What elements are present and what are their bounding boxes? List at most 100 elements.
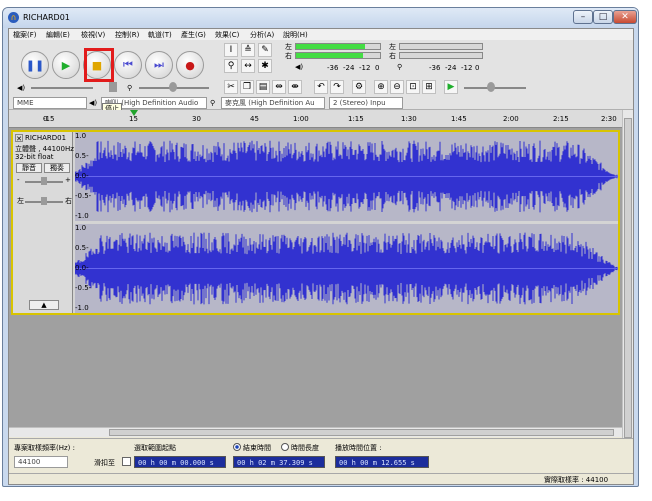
horizontal-scroll-thumb[interactable]	[109, 429, 614, 436]
maximize-button[interactable]: □	[593, 10, 613, 24]
play-speed-thumb[interactable]	[487, 82, 495, 92]
undo-icon[interactable]: ↶	[314, 80, 328, 94]
sync-lock-icon[interactable]: ⚙	[352, 80, 366, 94]
copy-icon[interactable]: ❐	[240, 80, 254, 94]
status-bar: 實際取樣率 : 44100	[9, 473, 633, 484]
zoom-tool[interactable]: ⚲	[224, 59, 238, 73]
gain-thumb[interactable]	[41, 177, 47, 185]
fit-selection-icon[interactable]: ⊡	[406, 80, 420, 94]
skip-to-start-button[interactable]: ⏮	[114, 51, 142, 79]
play-meter-left-fill	[296, 44, 365, 49]
waveform-channel-left[interactable]	[74, 132, 618, 221]
play-meter-left[interactable]	[295, 43, 381, 50]
track-close-button[interactable]: ✕	[15, 134, 23, 143]
length-radio[interactable]	[281, 443, 289, 451]
vertical-scrollbar[interactable]	[622, 110, 633, 438]
selection-start-time[interactable]: 00 h 00 m 00.000 s	[134, 456, 226, 468]
waveform-right-svg	[74, 232, 618, 305]
silence-icon[interactable]: ⇼	[288, 80, 302, 94]
app-icon: ∩	[8, 12, 19, 23]
ruler-tick-label: 2:30	[601, 115, 617, 123]
vertical-scroll-thumb[interactable]	[624, 118, 632, 438]
selection-tool[interactable]: I	[224, 43, 238, 57]
title-bar: ∩ RICHARD01 – □ ✕	[3, 8, 638, 28]
ruler-tick-label: 1:15	[348, 115, 364, 123]
menu-track[interactable]: 軌道(T)	[148, 30, 172, 40]
solo-label: 獨奏	[50, 164, 64, 172]
close-button[interactable]: ✕	[613, 10, 637, 24]
menu-effect[interactable]: 效果(C)	[215, 30, 239, 40]
play-meter-right[interactable]	[295, 52, 381, 59]
snap-label: 滑扣至	[94, 459, 115, 467]
track-name[interactable]: RICHARD01	[25, 134, 66, 142]
envelope-tool[interactable]: ≙	[241, 43, 255, 57]
pause-button[interactable]: ❚❚	[21, 51, 49, 79]
play-meter-right-fill	[296, 53, 364, 58]
menu-file[interactable]: 檔案(F)	[13, 30, 37, 40]
meter-right-label: 右	[285, 52, 292, 60]
minimize-button[interactable]: –	[573, 10, 593, 24]
output-volume-thumb[interactable]	[109, 82, 117, 92]
end-radio[interactable]	[233, 443, 241, 451]
play-meter-tick-3: -12	[359, 64, 371, 72]
multi-tool[interactable]: ✱	[258, 59, 272, 73]
skip-end-icon: ⏭	[154, 58, 164, 71]
skip-to-end-button[interactable]: ⏭	[145, 51, 173, 79]
track-control-panel: ✕ RICHARD01 立體聲 , 44100Hz 32-bit float 靜…	[13, 132, 74, 313]
draw-tool[interactable]: ✎	[258, 43, 272, 57]
waveform-channel-right[interactable]	[74, 224, 618, 313]
timeshift-tool[interactable]: ↔	[241, 59, 255, 73]
input-volume-thumb[interactable]	[169, 82, 177, 92]
play-meter-tick-2: -24	[343, 64, 355, 72]
record-button[interactable]: ●	[176, 51, 204, 79]
audio-position-time[interactable]: 00 h 00 m 12.655 s	[335, 456, 429, 468]
menu-help[interactable]: 說明(H)	[283, 30, 308, 40]
fit-project-icon[interactable]: ⊞	[422, 80, 436, 94]
input-device-value: 麥克風 (High Definition Au	[225, 99, 315, 107]
pan-right: 右	[65, 197, 72, 205]
project-rate-combo[interactable]: 44100	[14, 456, 68, 468]
audio-position-label: 播放時間位置 :	[335, 444, 382, 452]
timeline-ruler[interactable]: 0 15 30 45 1:00 1:15 1:30 1:45 2:00 2:15 2:30 -15	[9, 110, 622, 128]
menu-analyze[interactable]: 分析(A)	[250, 30, 274, 40]
client-area: 檔案(F) 編輯(E) 檢視(V) 控制(R) 軌道(T) 產生(G) 效果(C…	[8, 28, 634, 485]
gain-minus: -	[17, 176, 20, 184]
horizontal-scrollbar[interactable]	[9, 427, 622, 437]
mute-button[interactable]: 靜音	[16, 163, 42, 173]
play-speed-slider[interactable]	[464, 87, 526, 89]
menu-generate[interactable]: 產生(G)	[181, 30, 206, 40]
mute-label: 靜音	[22, 164, 36, 172]
snap-checkbox[interactable]	[122, 457, 131, 466]
zoom-out-icon[interactable]: ⊖	[390, 80, 404, 94]
track-collapse-button[interactable]: ▲	[29, 300, 59, 310]
mic-volume-icon: ⚲	[127, 84, 133, 92]
solo-button[interactable]: 獨奏	[44, 163, 70, 173]
menu-control[interactable]: 控制(R)	[115, 30, 139, 40]
play-at-speed-icon[interactable]: ▶	[444, 80, 458, 94]
selection-start-label: 選取範圍起點	[134, 444, 176, 452]
menu-view[interactable]: 檢視(V)	[81, 30, 105, 40]
gain-plus: +	[65, 176, 71, 184]
redo-icon[interactable]: ↷	[330, 80, 344, 94]
output-device-icon: ◀)	[89, 99, 98, 107]
menu-edit[interactable]: 編輯(E)	[46, 30, 70, 40]
ruler-tick-label: 15	[129, 115, 138, 123]
input-device-combo[interactable]: 麥克風 (High Definition Au	[221, 97, 325, 109]
trim-icon[interactable]: ⇹	[272, 80, 286, 94]
y-axis-tick-label: 1.0	[75, 132, 87, 140]
play-button[interactable]: ▶	[52, 51, 80, 79]
output-volume-slider[interactable]	[31, 87, 93, 89]
channels-combo[interactable]: 2 (Stereo) Inpu	[329, 97, 403, 109]
speaker-meter-icon: ◀)	[295, 63, 304, 71]
ruler-tick-label: 1:45	[451, 115, 467, 123]
selection-end-time[interactable]: 00 h 02 m 37.309 s	[233, 456, 325, 468]
paste-icon[interactable]: ▤	[256, 80, 270, 94]
ruler-tick-label: 45	[250, 115, 259, 123]
zoom-in-icon[interactable]: ⊕	[374, 80, 388, 94]
pan-thumb[interactable]	[41, 197, 47, 205]
cut-icon[interactable]: ✂	[224, 80, 238, 94]
tracks-area: ✕ RICHARD01 立體聲 , 44100Hz 32-bit float 靜…	[9, 128, 622, 428]
rec-meter-right[interactable]	[399, 52, 483, 59]
rec-meter-left[interactable]	[399, 43, 483, 50]
host-combo[interactable]: MME	[13, 97, 87, 109]
